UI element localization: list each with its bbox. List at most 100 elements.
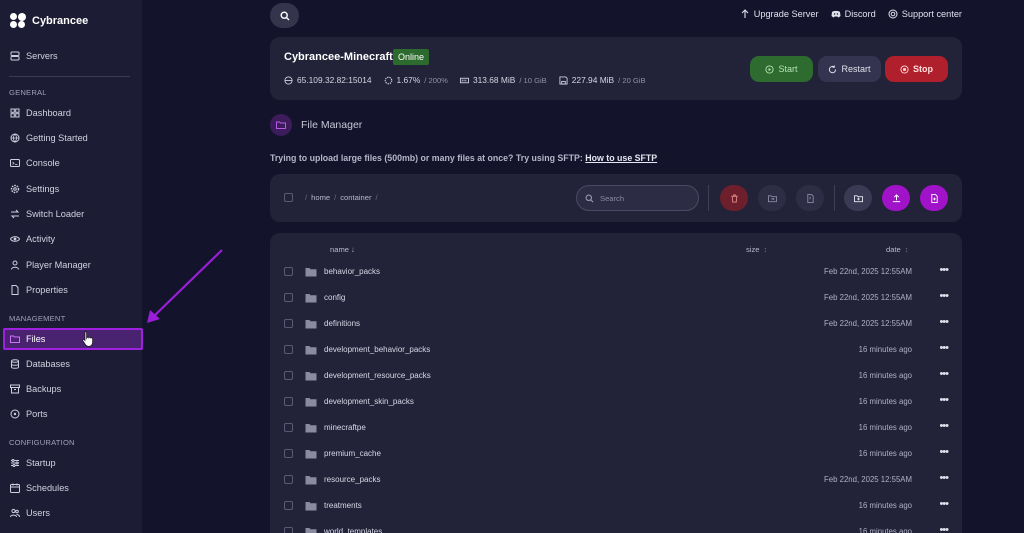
move-button[interactable] <box>758 185 786 211</box>
sidebar-item-label: Files <box>26 334 46 344</box>
table-row[interactable]: definitions Feb 22nd, 2025 12:55AM ••• <box>270 311 962 337</box>
more-actions-button[interactable]: ••• <box>939 368 949 380</box>
file-name[interactable]: development_skin_packs <box>324 397 414 406</box>
memory-value: 313.68 MiB <box>472 75 516 85</box>
file-search-input[interactable] <box>600 193 690 203</box>
sidebar-item-backups[interactable]: Backups <box>10 380 61 398</box>
row-checkbox[interactable] <box>284 501 293 510</box>
sidebar-item-properties[interactable]: Properties <box>10 281 68 299</box>
file-name[interactable]: premium_cache <box>324 449 381 458</box>
stop-button[interactable]: Stop <box>885 56 948 82</box>
sidebar-item-servers[interactable]: Servers <box>10 47 58 65</box>
file-name[interactable]: config <box>324 293 345 302</box>
more-actions-button[interactable]: ••• <box>939 264 949 276</box>
file-name[interactable]: minecraftpe <box>324 423 366 432</box>
column-header-size[interactable]: size ↕ <box>746 245 767 254</box>
sidebar-item-schedules[interactable]: Schedules <box>10 479 69 497</box>
table-row[interactable]: config Feb 22nd, 2025 12:55AM ••• <box>270 285 962 311</box>
more-actions-button[interactable]: ••• <box>939 446 949 458</box>
row-checkbox[interactable] <box>284 527 293 533</box>
row-checkbox[interactable] <box>284 319 293 328</box>
row-checkbox[interactable] <box>284 449 293 458</box>
row-checkbox[interactable] <box>284 371 293 380</box>
stop-label: Stop <box>913 64 933 74</box>
table-row[interactable]: resource_packs Feb 22nd, 2025 12:55AM ••• <box>270 467 962 493</box>
more-actions-button[interactable]: ••• <box>939 498 949 510</box>
row-checkbox[interactable] <box>284 397 293 406</box>
breadcrumb-container[interactable]: container <box>340 193 371 202</box>
memory-icon <box>459 77 469 83</box>
globe-icon <box>10 133 20 143</box>
table-row[interactable]: minecraftpe 16 minutes ago ••• <box>270 415 962 441</box>
start-button[interactable]: Start <box>750 56 813 82</box>
column-header-date-label: date <box>886 245 901 254</box>
table-row[interactable]: development_behavior_packs 16 minutes ago… <box>270 337 962 363</box>
breadcrumb-home[interactable]: home <box>311 193 330 202</box>
sidebar-item-label: Users <box>26 508 50 518</box>
table-row[interactable]: world_templates 16 minutes ago ••• <box>270 519 962 533</box>
more-actions-button[interactable]: ••• <box>939 472 949 484</box>
file-name[interactable]: resource_packs <box>324 475 380 484</box>
new-folder-button[interactable] <box>844 185 872 211</box>
table-row[interactable]: behavior_packs Feb 22nd, 2025 12:55AM ••• <box>270 259 962 285</box>
row-checkbox[interactable] <box>284 475 293 484</box>
sftp-help-link[interactable]: How to use SFTP <box>585 153 657 163</box>
global-search-button[interactable] <box>270 3 299 28</box>
support-center-link[interactable]: Support center <box>888 9 962 19</box>
disk-value: 227.94 MiB <box>571 75 615 85</box>
sidebar-item-getting-started[interactable]: Getting Started <box>10 129 88 147</box>
sidebar-item-activity[interactable]: Activity <box>10 230 55 248</box>
sidebar-item-console[interactable]: Console <box>10 154 60 172</box>
file-name[interactable]: development_behavior_packs <box>324 345 430 354</box>
file-name[interactable]: treatments <box>324 501 362 510</box>
hand-cursor-icon <box>82 331 93 347</box>
file-name[interactable]: world_templates <box>324 527 382 533</box>
brand[interactable]: Cybrancee <box>10 12 88 30</box>
column-header-name[interactable]: name ↓ <box>330 245 355 254</box>
file-name[interactable]: behavior_packs <box>324 267 380 276</box>
archive-button[interactable] <box>796 185 824 211</box>
row-checkbox[interactable] <box>284 345 293 354</box>
row-checkbox[interactable] <box>284 267 293 276</box>
folder-icon <box>305 268 317 277</box>
file-name[interactable]: development_resource_packs <box>324 371 431 380</box>
upgrade-server-link[interactable]: Upgrade Server <box>740 9 819 19</box>
sidebar-item-databases[interactable]: Databases <box>10 355 70 373</box>
more-actions-button[interactable]: ••• <box>939 420 949 432</box>
file-toolbar: / home / container / <box>270 174 962 222</box>
folder-icon <box>305 450 317 459</box>
more-actions-button[interactable]: ••• <box>939 290 949 302</box>
sidebar-item-users[interactable]: Users <box>10 504 50 522</box>
sidebar-item-files[interactable]: Files <box>10 330 45 348</box>
new-file-button[interactable] <box>920 185 948 211</box>
sidebar-item-ports[interactable]: Ports <box>10 405 47 423</box>
play-circle-icon <box>765 64 775 74</box>
sidebar-item-player-manager[interactable]: Player Manager <box>10 256 91 274</box>
file-name[interactable]: definitions <box>324 319 360 328</box>
upload-button[interactable] <box>882 185 910 211</box>
select-all-checkbox[interactable] <box>284 193 293 202</box>
sort-icon: ↕ <box>904 245 909 254</box>
more-actions-button[interactable]: ••• <box>939 342 949 354</box>
row-checkbox[interactable] <box>284 293 293 302</box>
discord-icon <box>831 10 841 18</box>
sidebar-item-label: Console <box>26 158 60 168</box>
delete-button[interactable] <box>720 185 748 211</box>
file-date: 16 minutes ago <box>858 397 912 406</box>
table-row[interactable]: premium_cache 16 minutes ago ••• <box>270 441 962 467</box>
sidebar-item-startup[interactable]: Startup <box>10 454 56 472</box>
restart-button[interactable]: Restart <box>818 56 881 82</box>
discord-link[interactable]: Discord <box>831 9 876 19</box>
more-actions-button[interactable]: ••• <box>939 316 949 328</box>
more-actions-button[interactable]: ••• <box>939 524 949 533</box>
more-actions-button[interactable]: ••• <box>939 394 949 406</box>
table-row[interactable]: development_resource_packs 16 minutes ago… <box>270 363 962 389</box>
sidebar-item-switch-loader[interactable]: Switch Loader <box>10 205 84 223</box>
sidebar-item-settings[interactable]: Settings <box>10 180 59 198</box>
table-row[interactable]: treatments 16 minutes ago ••• <box>270 493 962 519</box>
row-checkbox[interactable] <box>284 423 293 432</box>
table-row[interactable]: development_skin_packs 16 minutes ago ••• <box>270 389 962 415</box>
sidebar-item-dashboard[interactable]: Dashboard <box>10 104 71 122</box>
memory-stat: 313.68 MiB / 10 GiB <box>459 75 547 85</box>
column-header-date[interactable]: date ↕ <box>886 245 909 254</box>
